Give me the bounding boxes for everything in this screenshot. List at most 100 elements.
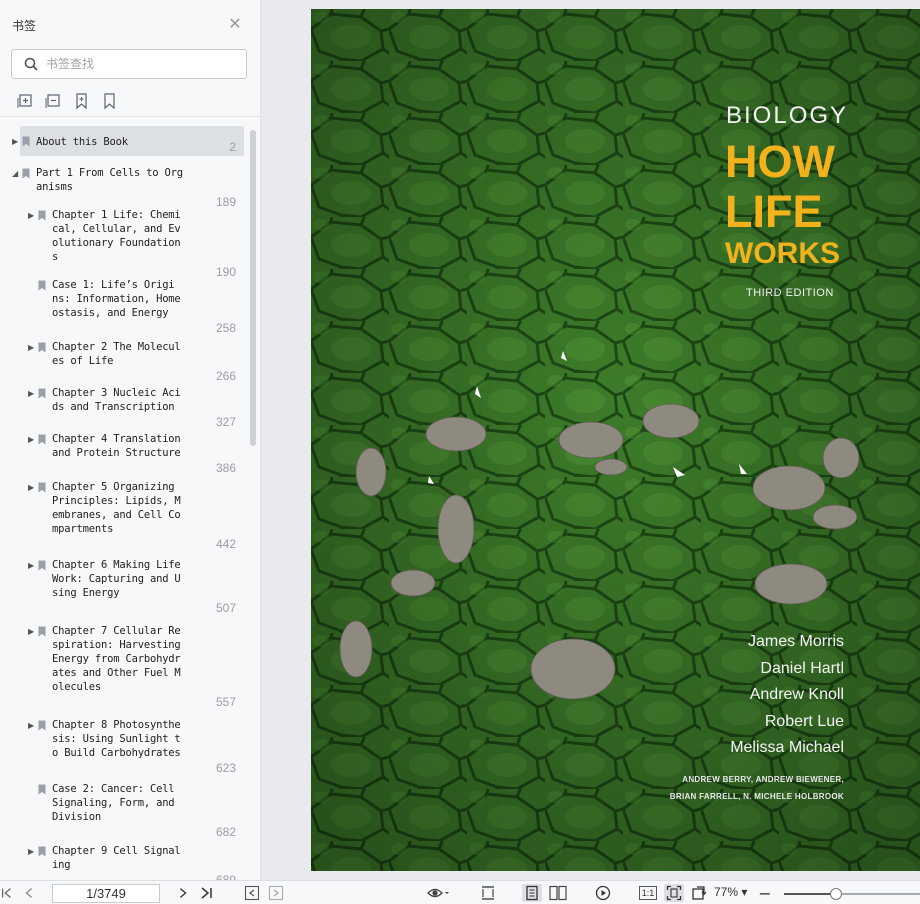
bookmark-item[interactable]: Case 1: Life’s Origi ns: Information, Hom… [0, 276, 248, 335]
expand-all-icon[interactable] [17, 92, 35, 110]
author-name: James Morris [747, 633, 844, 650]
bookmark-title: Chapter 8 Photosynthe sis: Using Sunlight… [52, 718, 181, 760]
bookmark-item[interactable]: ▶ Chapter 5 Organizing Principles: Lipids,… [0, 478, 248, 551]
add-bookmark-icon[interactable] [73, 92, 91, 110]
bookmark-icon [38, 280, 46, 291]
author-name: Robert Lue [764, 712, 844, 730]
bookmark-title-line: Part 1 From Cells to Org [36, 167, 183, 179]
collapse-all-icon[interactable] [45, 92, 63, 110]
bookmark-page-number: 2 [229, 140, 236, 154]
bookmark-icon [38, 720, 46, 731]
bookmark-page-number: 689 [215, 873, 236, 880]
bookmark-page-number: 507 [215, 601, 236, 615]
bookmark-title-line: Work: Capturing and U [52, 573, 181, 585]
bookmark-title: Chapter 5 Organizing Principles: Lipids, … [52, 480, 181, 536]
bookmark-title-line: Signaling, Form, and [52, 797, 175, 809]
bookmark-item[interactable]: ▶ Chapter 8 Photosynthe sis: Using Sunligh… [0, 716, 248, 775]
collapsed-arrow-icon[interactable]: ▶ [28, 483, 36, 493]
collapsed-arrow-icon[interactable]: ▶ [28, 211, 36, 221]
collapsed-arrow-icon[interactable]: ▶ [28, 847, 36, 857]
bookmark-icon [38, 482, 46, 493]
previous-page-icon[interactable] [22, 884, 36, 902]
bookmark-icon [38, 342, 46, 353]
close-icon[interactable]: ✕ [228, 14, 242, 34]
collapsed-arrow-icon[interactable]: ▶ [28, 435, 36, 445]
bookmark-icon [22, 136, 30, 147]
bookmark-item[interactable]: ◢ Part 1 From Cells to Org anisms 189 [0, 164, 248, 209]
bookmark-title-line: Principles: Lipids, M [52, 495, 181, 507]
bookmark-title-line: s [52, 251, 59, 263]
bookmark-item[interactable]: Case 2: Cancer: Cell Signaling, Form, and… [0, 780, 248, 839]
forward-icon[interactable] [268, 884, 284, 902]
rotate-icon[interactable] [690, 884, 708, 902]
bookmark-title-line: es of Life [52, 355, 114, 367]
bookmark-icon[interactable] [101, 92, 119, 110]
bookmark-title: Part 1 From Cells to Org anisms [36, 166, 183, 194]
zoom-out-icon[interactable]: − [758, 884, 772, 903]
last-page-icon[interactable] [198, 884, 214, 902]
single-page-icon[interactable] [522, 884, 542, 902]
collapsed-arrow-icon[interactable]: ▶ [28, 721, 36, 731]
bookmark-icon [38, 784, 46, 795]
bookmark-title-line: spiration: Harvesting [52, 639, 181, 651]
bookmark-item[interactable]: ▶ Chapter 6 Making Life Work: Capturing an… [0, 556, 248, 615]
bookmark-title-line: Chapter 5 Organizing [52, 481, 175, 493]
bookmark-title-line: ates and Other Fuel M [52, 667, 181, 679]
collapsed-arrow-icon[interactable]: ▶ [28, 343, 36, 353]
bookmark-title: Chapter 4 Translation and Protein Structu… [52, 432, 181, 460]
bookmark-title-line: sis: Using Sunlight t [52, 733, 181, 745]
search-input[interactable] [46, 55, 236, 73]
expanded-arrow-icon[interactable]: ◢ [12, 169, 20, 179]
bookmark-page-number: 682 [215, 825, 236, 839]
zoom-value: 77% [714, 885, 739, 899]
bookmark-search[interactable] [11, 49, 247, 79]
two-page-icon[interactable] [548, 884, 568, 902]
bookmark-item[interactable]: ▶ Chapter 9 Cell Signal ing 689 [0, 842, 248, 880]
zoom-slider[interactable] [784, 888, 920, 900]
collapsed-arrow-icon[interactable]: ▶ [12, 137, 20, 147]
bookmark-title: About this Book [36, 135, 128, 149]
sidebar-scrollbar[interactable] [250, 130, 256, 446]
bookmark-page-number: 258 [215, 321, 236, 335]
cover-title-line: LIFE [725, 186, 823, 237]
cover-edition: THIRD EDITION [746, 287, 834, 299]
bookmark-title-line: About this Book [36, 136, 128, 148]
cover-title: HOW LIFE WORKS [725, 137, 875, 271]
fit-width-icon[interactable] [479, 884, 497, 902]
bookmark-title-line: olutionary Foundation [52, 237, 181, 249]
contributor-line: BRIAN FARRELL, N. MICHELE HOLBROOK [669, 792, 844, 801]
fit-page-icon[interactable] [664, 884, 684, 902]
page-number-input[interactable]: 1/3749 [52, 884, 160, 903]
contributor-line: ANDREW BERRY, ANDREW BIEWENER, [682, 775, 844, 784]
collapsed-arrow-icon[interactable]: ▶ [28, 627, 36, 637]
collapsed-arrow-icon[interactable]: ▶ [28, 561, 36, 571]
bookmark-icon [38, 846, 46, 857]
bookmark-item[interactable]: ▶ Chapter 1 Life: Chemi cal, Cellular, and… [0, 206, 248, 279]
bookmark-icon [38, 560, 46, 571]
bookmark-list: ▶ About this Book 2 ◢ Part 1 From Cells to O… [0, 124, 248, 880]
bookmark-item[interactable]: ▶ Chapter 7 Cellular Re spiration: Harvest… [0, 622, 248, 709]
actual-size-button[interactable]: 1:1 [639, 886, 657, 900]
back-icon[interactable] [244, 884, 260, 902]
play-icon[interactable] [594, 884, 612, 902]
bookmark-icon [38, 626, 46, 637]
next-page-icon[interactable] [176, 884, 190, 902]
bookmark-item[interactable]: ▶ Chapter 2 The Molecul es of Life 266 [0, 338, 248, 383]
zoom-slider-knob[interactable] [829, 888, 842, 900]
view-mode-eye-icon[interactable] [424, 884, 452, 902]
document-view: BIOLOGY HOW LIFE WORKS THIRD EDITION Jam… [261, 0, 920, 880]
collapsed-arrow-icon[interactable]: ▶ [28, 389, 36, 399]
bookmark-item[interactable]: ▶ Chapter 3 Nucleic Aci ds and Transcripti… [0, 384, 248, 429]
first-page-icon[interactable] [0, 884, 14, 902]
bookmark-title: Case 2: Cancer: Cell Signaling, Form, and… [52, 782, 175, 824]
bookmark-item[interactable]: ▶ About this Book 2 [0, 126, 248, 160]
bookmark-item[interactable]: ▶ Chapter 4 Translation and Protein Struct… [0, 430, 248, 475]
bookmark-icon [38, 210, 46, 221]
zoom-level[interactable]: 77% ▾ [714, 885, 747, 899]
cover-authors: James Morris Daniel Hartl Andrew Knoll R… [730, 629, 844, 762]
bookmark-title-line: Energy from Carbohydr [52, 653, 181, 665]
bookmark-title-line: olecules [52, 681, 101, 693]
bookmark-title-line: Chapter 4 Translation [52, 433, 181, 445]
author-name: Andrew Knoll [749, 686, 844, 703]
bookmark-icon [22, 168, 30, 179]
